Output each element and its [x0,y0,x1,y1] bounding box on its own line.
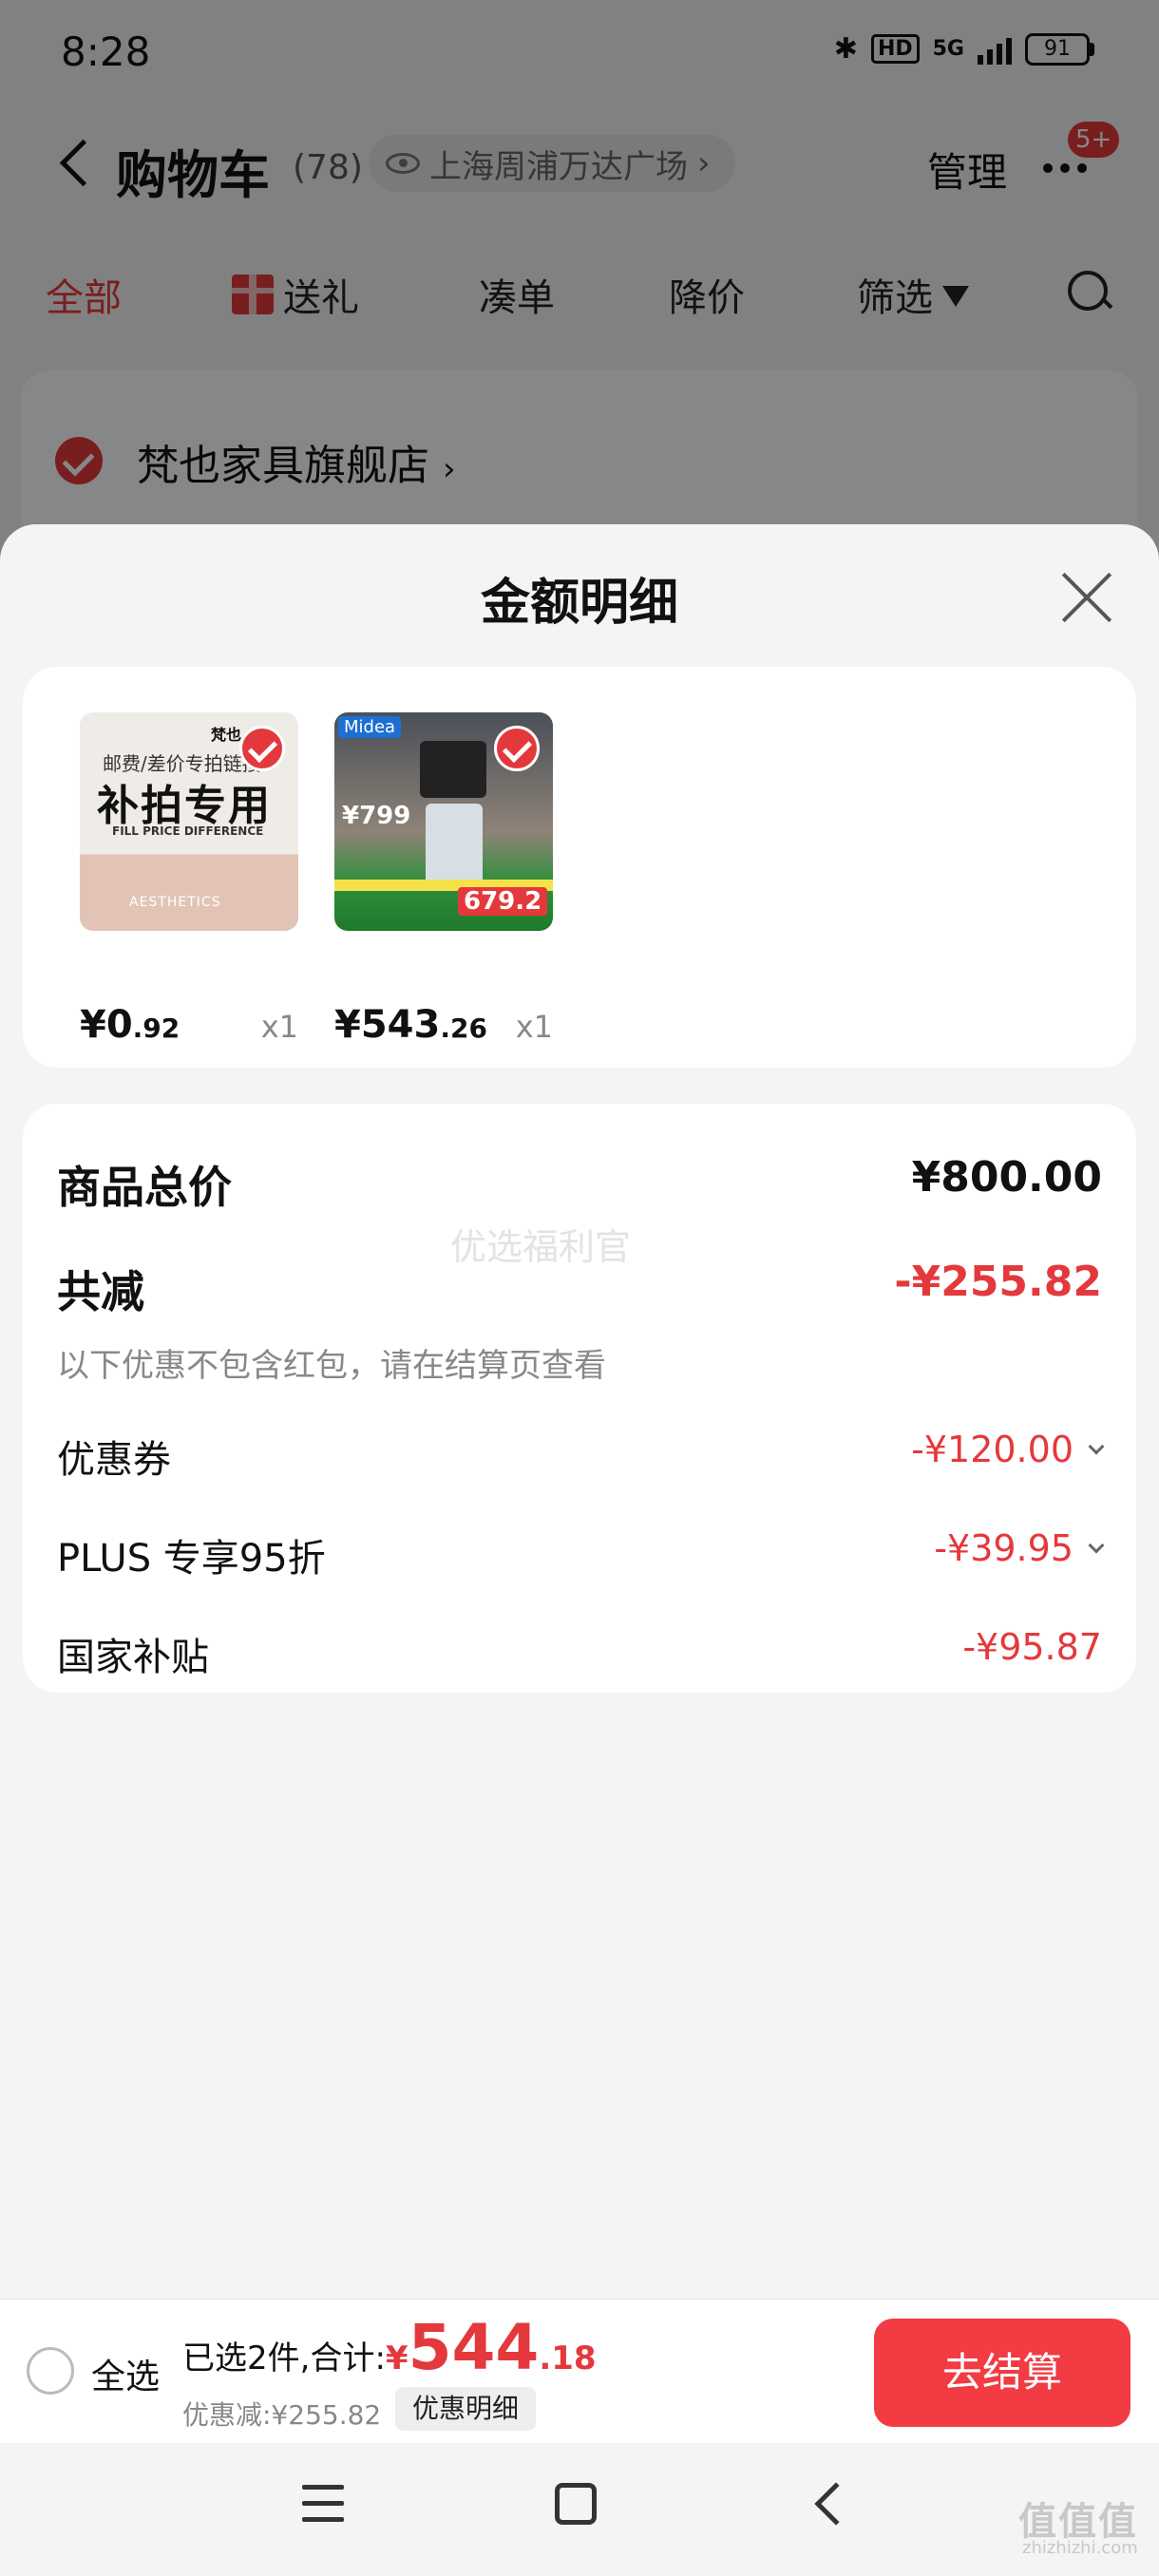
home-icon[interactable] [555,2483,597,2525]
checkout-button[interactable]: 去结算 [874,2319,1130,2427]
menu-icon[interactable] [302,2485,344,2523]
plus-discount-row-value[interactable]: -¥39.95 [934,1527,1105,1569]
image-brand: Midea [338,716,402,738]
corner-watermark-url: zhizhizhi.com [1022,2538,1138,2558]
product-price: ¥543.26 [334,1003,487,1047]
overlay-dim[interactable] [0,0,1159,570]
subsidy-value: -¥95.87 [962,1626,1102,1668]
discount-note: 以下优惠不包含红包，请在结算页查看 [57,1347,606,1385]
coupon-row-value[interactable]: -¥120.00 [911,1429,1105,1470]
selected-text: 已选2件,合计: [182,2339,386,2377]
product-image: Midea ¥799 679.2 [334,712,553,931]
summary-card: 商品总价 ¥800.00 优选福利官 共减 -¥255.82 以下优惠不包含红包… [23,1104,1136,1693]
check-icon [239,726,285,771]
sheet-title: 金额明细 [480,575,678,632]
product-image: 邮费/差价专拍链接 补拍专用 FILL PRICE DIFFERENCE AES… [80,712,298,931]
image-text: 679.2 [458,887,548,916]
watermark-text: 优选福利官 [450,1226,632,1268]
total-integer: 544 [408,2311,540,2384]
amount-detail-sheet: 金额明细 邮费/差价专拍链接 补拍专用 FILL PRICE DIFFERENC… [0,524,1159,2299]
checkout-bar: 全选 已选2件,合计: ¥ 544 .18 优惠减:¥255.82 优惠明细 去… [0,2299,1159,2443]
total-label: 商品总价 [57,1162,232,1213]
image-text: ¥799 [342,802,411,830]
total-currency: ¥ [385,2339,408,2377]
products-card: 邮费/差价专拍链接 补拍专用 FILL PRICE DIFFERENCE AES… [23,667,1136,1068]
plus-discount-value: -¥39.95 [934,1527,1074,1569]
product-item[interactable]: 邮费/差价专拍链接 补拍专用 FILL PRICE DIFFERENCE AES… [80,712,298,1047]
product-qty: x1 [260,1009,298,1045]
total-decimal: .18 [539,2339,597,2377]
product-item[interactable]: Midea ¥799 679.2 ¥543.26 x1 [334,712,553,1047]
image-text: 补拍专用 [97,782,272,830]
coupon-value: -¥120.00 [911,1429,1074,1470]
image-logo: 梵也 [211,726,242,744]
reduce-value: -¥255.82 [894,1258,1102,1306]
chevron-down-icon [1088,1537,1105,1554]
close-icon[interactable] [1058,568,1117,627]
selected-total: 已选2件,合计: ¥ 544 .18 [182,2315,597,2381]
coupon-label: 优惠券 [57,1438,171,1482]
background-page: 8:28 ✱ HD 5G 91 购物车 (78) 上海周浦万达广场 › 管理 5… [0,0,1159,617]
total-value: ¥800.00 [911,1153,1102,1202]
back-icon[interactable] [814,2482,858,2526]
product-price-row: ¥543.26 x1 [334,997,553,1051]
select-all-label[interactable]: 全选 [91,2349,160,2398]
discount-summary: 优惠减:¥255.82 [182,2399,382,2431]
reduce-label: 共减 [57,1266,144,1317]
check-icon [494,726,540,771]
product-price-row: ¥0.92 x1 [80,997,298,1051]
system-nav-bar: 值值值 zhizhizhi.com [0,2443,1159,2576]
product-price: ¥0.92 [80,1003,180,1047]
image-text: AESTHETICS [129,895,221,910]
chevron-down-icon [1088,1438,1105,1455]
discount-detail-button[interactable]: 优惠明细 [395,2387,537,2431]
plus-discount-label: PLUS 专享95折 [57,1537,326,1581]
select-all-radio[interactable] [27,2347,74,2395]
subsidy-label: 国家补贴 [57,1636,209,1679]
image-text: FILL PRICE DIFFERENCE [112,824,264,838]
product-qty: x1 [515,1009,553,1045]
